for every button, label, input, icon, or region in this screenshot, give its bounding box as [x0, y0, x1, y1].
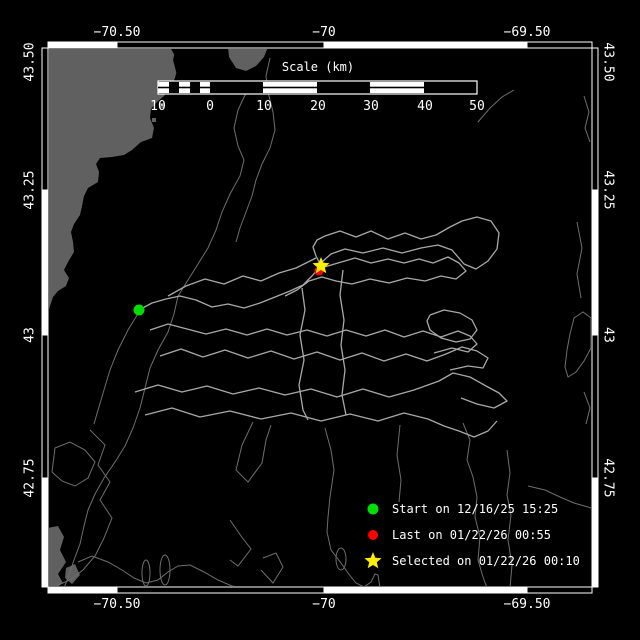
drifter-tracks [135, 217, 507, 437]
start-position-marker[interactable] [134, 305, 145, 316]
legend-last-label: Last on 01/22/26 00:55 [392, 529, 551, 542]
scale-tick-30: 30 [363, 100, 379, 113]
axis-label-left-2: 43.25 [24, 170, 37, 209]
axis-label-bottom-2: −70 [312, 598, 335, 611]
axis-label-left-1: 43.50 [24, 42, 37, 81]
axis-label-top-1: −70.50 [94, 26, 141, 39]
scale-tick-50: 50 [469, 100, 485, 113]
drifter-track-map-window: −70.50 −70 −69.50 −70.50 −70 −69.50 43.5… [0, 0, 640, 640]
legend-start-label: Start on 12/16/25 15:25 [392, 503, 558, 516]
landmass [48, 47, 268, 588]
legend-start-icon [368, 504, 379, 515]
scale-bar-title: Scale (km) [282, 61, 354, 74]
axis-label-right-4: 42.75 [602, 458, 615, 497]
axis-label-right-2: 43.25 [602, 170, 615, 209]
axis-label-left-4: 42.75 [24, 458, 37, 497]
axis-label-right-1: 43.50 [602, 42, 615, 81]
scale-bar [158, 81, 477, 94]
scale-tick-10L: 10 [150, 100, 166, 113]
axis-label-bottom-3: −69.50 [504, 598, 551, 611]
scale-tick-0: 0 [206, 100, 214, 113]
scale-tick-40: 40 [417, 100, 433, 113]
scale-tick-20: 20 [310, 100, 326, 113]
map-plot-area[interactable] [0, 0, 640, 640]
legend-selected-star-icon [364, 552, 381, 568]
axis-label-right-3: 43 [602, 327, 615, 343]
axis-label-top-2: −70 [312, 26, 335, 39]
axis-label-top-3: −69.50 [504, 26, 551, 39]
axis-label-left-3: 43 [24, 327, 37, 343]
scale-tick-10: 10 [256, 100, 272, 113]
legend-last-icon [368, 530, 378, 540]
legend-selected-label: Selected on 01/22/26 00:10 [392, 555, 580, 568]
axis-label-bottom-1: −70.50 [94, 598, 141, 611]
